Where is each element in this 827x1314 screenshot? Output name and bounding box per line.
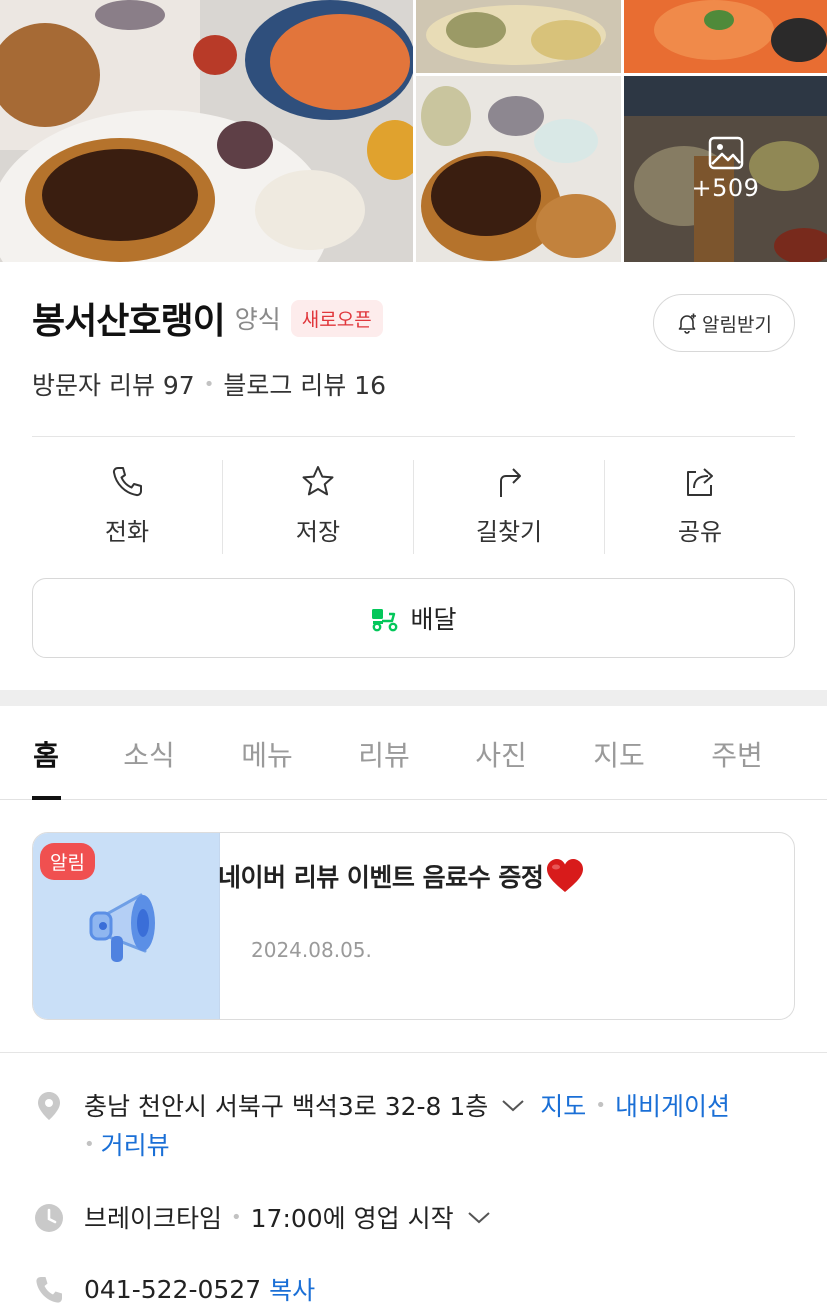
subscribe-alert-label: 알림받기 xyxy=(702,313,772,336)
notice-date: 2024.08.05. xyxy=(251,938,372,962)
tab-map[interactable]: 지도 xyxy=(593,734,645,774)
review-summary: 방문자 리뷰 97 • 블로그 리뷰 16 xyxy=(32,366,386,402)
address-row: 충남 천안시 서북구 백석3로 32-8 1층 지도 • 내비게이션 xyxy=(84,1087,730,1123)
chevron-down-icon[interactable] xyxy=(466,1208,492,1226)
directions-button[interactable]: 길찾기 xyxy=(414,460,605,554)
clock-icon xyxy=(35,1204,63,1232)
blog-review-link[interactable]: 블로그 리뷰 16 xyxy=(223,366,386,402)
divider xyxy=(32,436,795,437)
call-label: 전화 xyxy=(104,518,150,546)
delivery-scooter-icon xyxy=(372,609,398,632)
photo-gallery: +509 xyxy=(0,0,827,262)
hours-detail: 17:00에 영업 시작 xyxy=(250,1204,454,1233)
address-row-continued: • 거리뷰 xyxy=(84,1126,170,1162)
place-category: 양식 xyxy=(234,305,281,334)
image-icon xyxy=(708,136,743,170)
star-icon xyxy=(302,466,334,496)
notice-title-text: 네이버 리뷰 이벤트 음료수 증정 xyxy=(218,863,544,892)
new-open-badge: 새로오픈 xyxy=(290,299,383,337)
gallery-photo-5-more[interactable]: +509 xyxy=(624,76,827,262)
directions-icon xyxy=(500,468,521,497)
delivery-label: 배달 xyxy=(410,605,457,634)
heart-emoji-icon xyxy=(547,859,584,892)
tab-nearby[interactable]: 주변 xyxy=(711,734,763,774)
notice-thumbnail: 알림 xyxy=(33,833,220,1019)
separator-dot: • xyxy=(203,373,215,395)
hours-status: 브레이크타임 xyxy=(84,1204,223,1233)
tab-menu[interactable]: 메뉴 xyxy=(241,734,293,774)
phone-number[interactable]: 041-522-0527 xyxy=(84,1275,261,1304)
separator-dot: • xyxy=(595,1094,606,1116)
subscribe-alert-button[interactable]: 알림받기 xyxy=(653,294,795,352)
notice-badge: 알림 xyxy=(40,843,95,880)
more-photos-overlay: +509 xyxy=(624,76,827,262)
tab-review[interactable]: 리뷰 xyxy=(358,734,410,774)
chevron-down-icon[interactable] xyxy=(500,1096,526,1114)
address-text: 충남 천안시 서북구 백석3로 32-8 1층 xyxy=(84,1092,489,1121)
notice-title[interactable]: 네이버 리뷰 이벤트 음료수 증정 xyxy=(218,858,585,894)
save-label: 저장 xyxy=(295,518,341,546)
divider xyxy=(0,1052,827,1053)
directions-label: 길찾기 xyxy=(475,518,543,546)
bell-plus-icon xyxy=(678,313,697,334)
phone-row: 041-522-0527 복사 xyxy=(84,1271,315,1307)
tab-bar: 홈 소식 메뉴 리뷰 사진 지도 주변 xyxy=(0,706,827,800)
active-tab-indicator xyxy=(32,796,61,800)
separator-dot: • xyxy=(231,1206,242,1228)
place-title-row: 봉서산호랭이 양식 새로오픈 xyxy=(32,292,383,344)
more-photos-count: +509 xyxy=(691,174,760,202)
share-button[interactable]: 공유 xyxy=(605,460,795,554)
phone-icon xyxy=(112,467,142,497)
gallery-photo-3[interactable] xyxy=(624,0,827,73)
delivery-button[interactable]: 배달 xyxy=(32,578,795,658)
visitor-review-link[interactable]: 방문자 리뷰 97 xyxy=(32,366,195,402)
tab-news[interactable]: 소식 xyxy=(123,734,175,774)
section-gap xyxy=(0,690,827,706)
call-button[interactable]: 전화 xyxy=(32,460,223,554)
map-link[interactable]: 지도 xyxy=(540,1087,586,1123)
hours-row[interactable]: 브레이크타임 • 17:00에 영업 시작 xyxy=(84,1199,492,1235)
place-name: 봉서산호랭이 xyxy=(32,301,226,342)
navigation-link[interactable]: 내비게이션 xyxy=(615,1087,730,1123)
megaphone-icon xyxy=(89,893,155,962)
action-bar: 전화 저장 길찾기 공유 xyxy=(32,460,795,554)
tab-home[interactable]: 홈 xyxy=(33,734,59,774)
location-pin-icon xyxy=(38,1092,60,1120)
street-view-link[interactable]: 거리뷰 xyxy=(101,1126,170,1162)
separator-dot: • xyxy=(84,1133,95,1155)
gallery-photo-2[interactable] xyxy=(416,0,621,73)
share-label: 공유 xyxy=(677,518,723,546)
save-button[interactable]: 저장 xyxy=(223,460,414,554)
tab-photo[interactable]: 사진 xyxy=(475,734,527,774)
share-icon xyxy=(687,468,713,496)
phone-icon xyxy=(36,1277,62,1303)
copy-phone-button[interactable]: 복사 xyxy=(269,1271,315,1307)
gallery-photo-4[interactable] xyxy=(416,76,621,262)
gallery-photo-main[interactable] xyxy=(0,0,413,262)
